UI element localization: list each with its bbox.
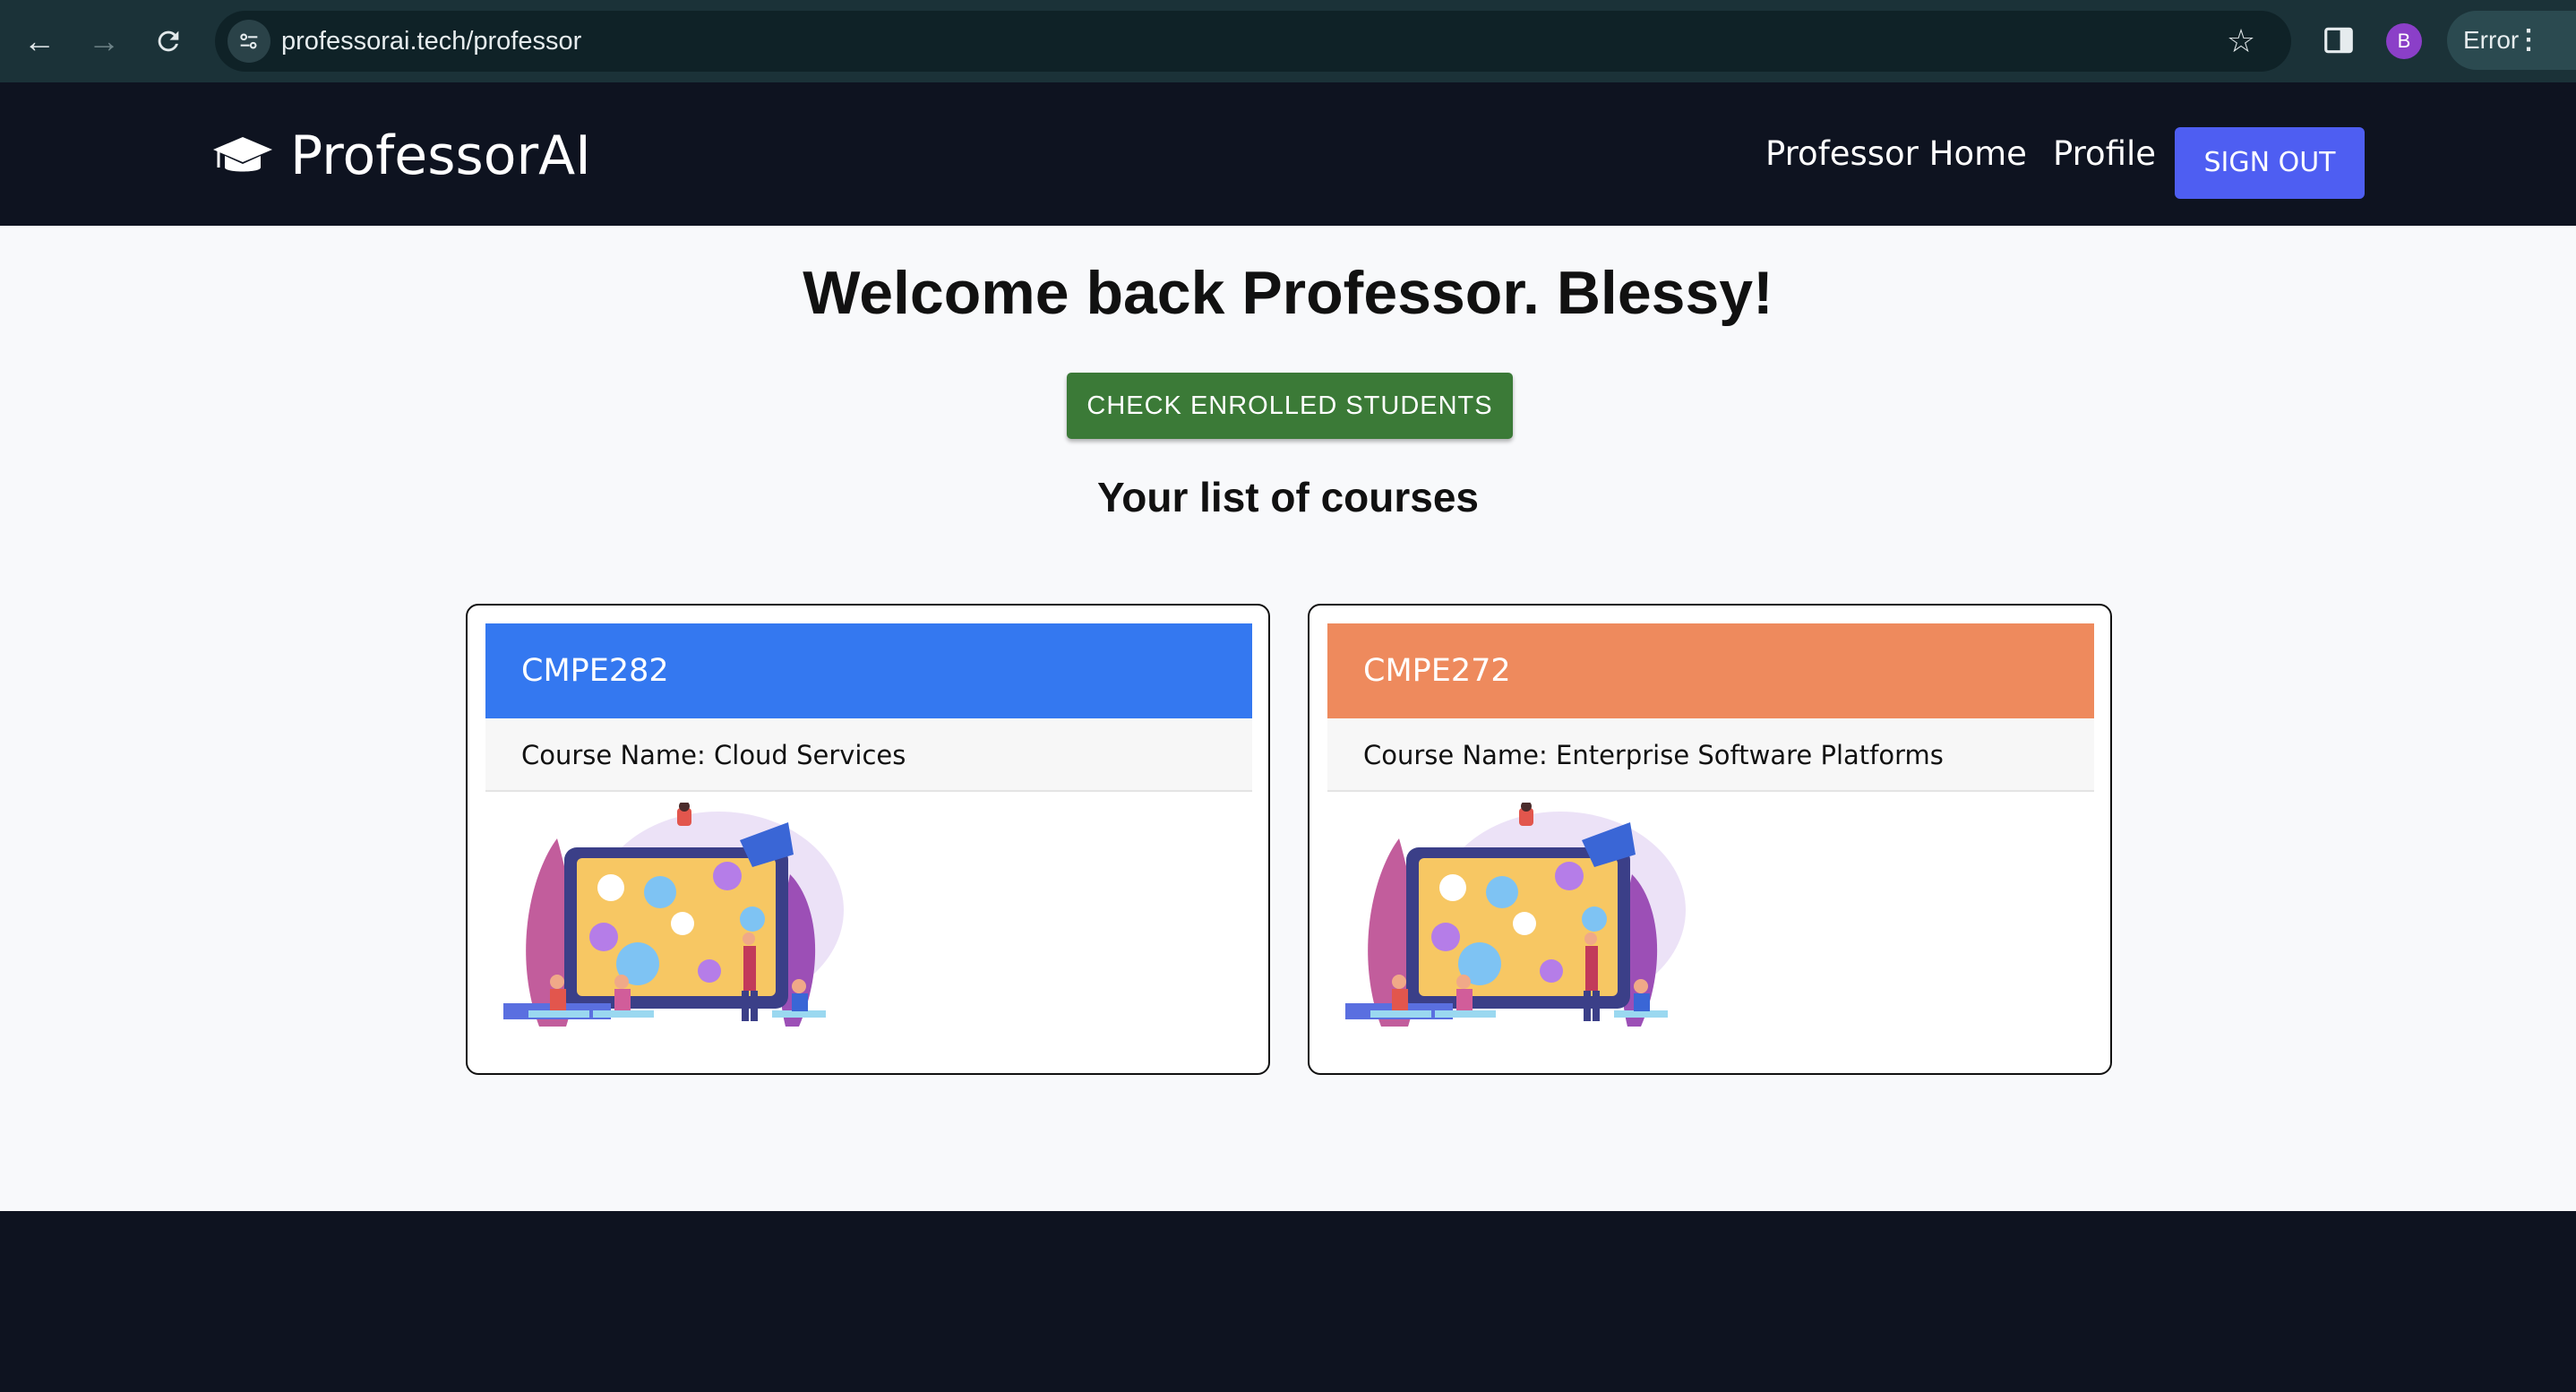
classroom-illustration [1345, 803, 1686, 1027]
page-body: ProfessorAI Professor Home Profile SIGN … [0, 82, 2576, 1392]
reload-icon[interactable] [147, 20, 190, 63]
course-card[interactable]: CMPE272 Course Name: Enterprise Software… [1308, 604, 2112, 1075]
course-card[interactable]: CMPE282 Course Name: Cloud Services [466, 604, 1270, 1075]
profile-avatar[interactable]: B [2386, 23, 2422, 59]
side-panel-icon[interactable] [2322, 23, 2356, 57]
site-settings-icon[interactable] [228, 20, 270, 63]
course-code-header[interactable]: CMPE272 [1327, 623, 2094, 718]
error-menu-button[interactable]: Error ⋮ [2447, 11, 2576, 70]
back-icon[interactable]: ← [18, 20, 61, 63]
page-footer [0, 1211, 2576, 1392]
browser-toolbar: ← → professorai.tech/professor ☆ B Error… [0, 0, 2576, 82]
courses-heading: Your list of courses [1096, 474, 1480, 520]
check-enrolled-students-button[interactable]: CHECK ENROLLED STUDENTS [1067, 373, 1513, 439]
brand-name: ProfessorAI [290, 125, 591, 187]
error-label: Error [2463, 26, 2520, 54]
nav-profile[interactable]: Profile [2053, 129, 2156, 179]
forward-icon[interactable]: → [82, 20, 125, 63]
brand[interactable]: ProfessorAI [213, 120, 591, 192]
url-text[interactable]: professorai.tech/professor [281, 11, 581, 72]
course-name: Course Name: Cloud Services [485, 718, 1252, 792]
course-name: Course Name: Enterprise Software Platfor… [1327, 718, 2094, 792]
more-vert-icon: ⋮ [2515, 25, 2542, 55]
top-navbar: ProfessorAI Professor Home Profile SIGN … [0, 82, 2576, 226]
course-code-header[interactable]: CMPE282 [485, 623, 1252, 718]
sign-out-button[interactable]: SIGN OUT [2175, 127, 2365, 199]
address-bar[interactable]: professorai.tech/professor ☆ [215, 11, 2291, 72]
nav-professor-home[interactable]: Professor Home [1765, 129, 2027, 179]
bookmark-star-icon[interactable]: ☆ [2220, 20, 2263, 63]
classroom-illustration [503, 803, 844, 1027]
graduation-cap-icon [213, 137, 272, 172]
welcome-heading: Welcome back Professor. Blessy! [803, 259, 1773, 327]
